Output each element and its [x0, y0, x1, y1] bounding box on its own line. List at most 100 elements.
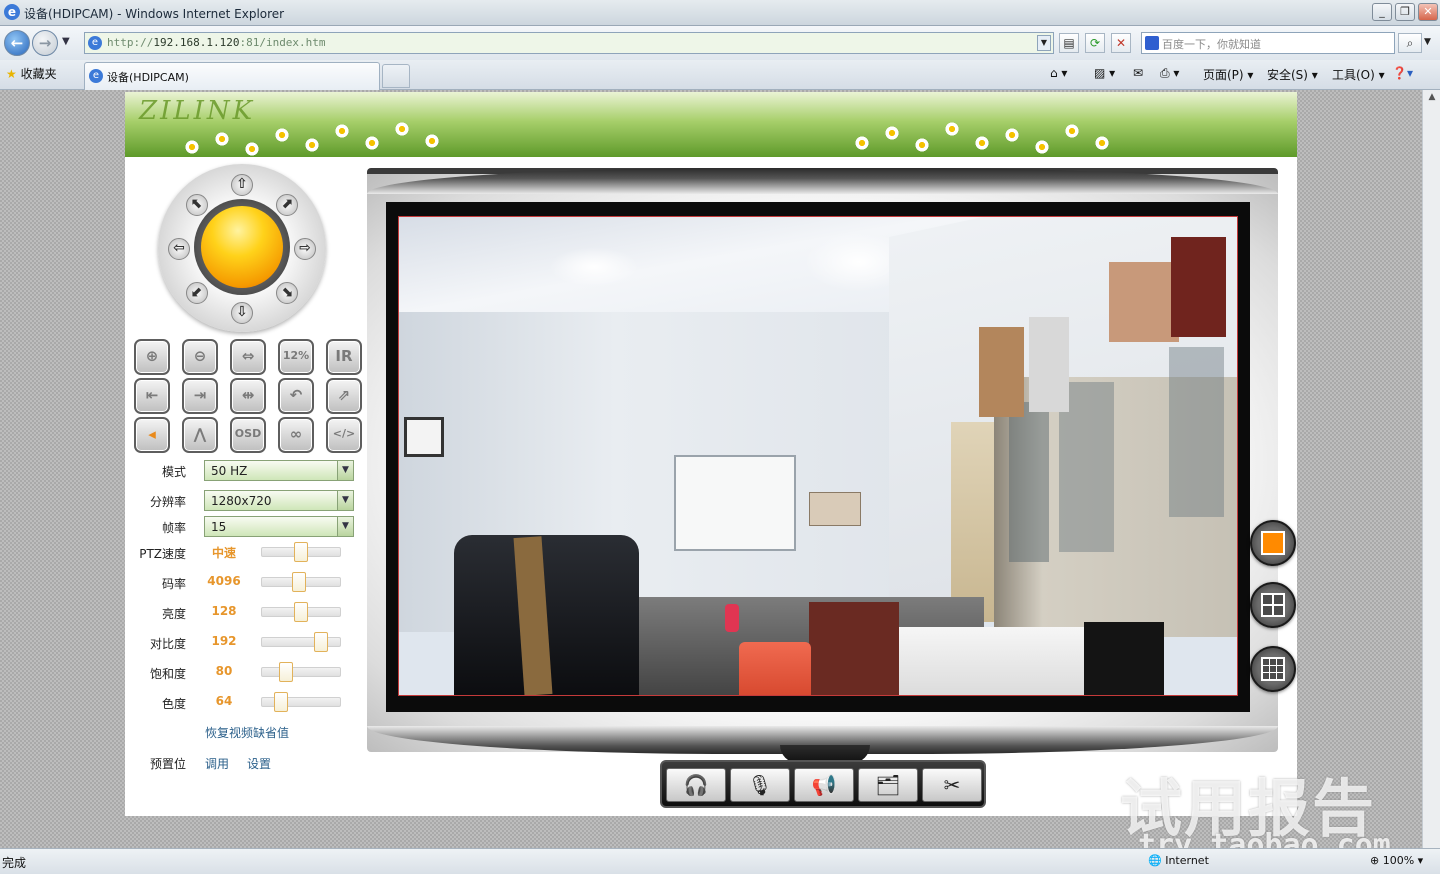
zoom-in-button[interactable]: ⊕	[134, 339, 170, 375]
mode-select[interactable]: 50 HZ ▼	[204, 460, 354, 481]
slider-label: 亮度	[161, 607, 186, 621]
quad-view-icon	[1261, 593, 1285, 617]
quad-view-button[interactable]	[1250, 582, 1296, 628]
status-bar: 完成 🌐 Internet ⊕ 100% ▾	[0, 848, 1440, 874]
nine-view-icon	[1261, 657, 1285, 681]
code-button[interactable]: </>	[326, 417, 362, 453]
forward-button[interactable]: →	[32, 30, 58, 56]
slider-thumb[interactable]	[274, 692, 288, 712]
v-patrol-button[interactable]: ⋀	[182, 417, 218, 453]
zoom-level[interactable]: ⊕ 100% ▾	[1370, 854, 1423, 867]
search-input[interactable]: 百度一下，你就知道	[1141, 32, 1395, 54]
slider-label: PTZ速度	[139, 547, 186, 561]
slider-thumb[interactable]	[294, 602, 308, 622]
video-toolbar: 🎧 🎙 📢 🗂 ✂	[660, 760, 986, 808]
single-view-button[interactable]	[1250, 520, 1296, 566]
preset-set-link[interactable]: 设置	[247, 755, 271, 772]
slider-label: 对比度	[149, 637, 186, 651]
refresh-icon[interactable]: ⟳	[1085, 33, 1105, 53]
microphone-icon: 🎙	[747, 773, 773, 797]
chevron-down-icon[interactable]: ▼	[337, 517, 353, 536]
zoom-icon: ⊕	[1370, 854, 1380, 867]
slider-thumb[interactable]	[294, 542, 308, 562]
ptz-left-button[interactable]: ⇦	[168, 238, 190, 260]
slider-label: 色度	[161, 697, 186, 711]
slider-value: 128	[211, 604, 237, 618]
fps-button[interactable]: 12%	[278, 339, 314, 375]
home-icon[interactable]: ⌂ ▾	[1050, 66, 1067, 80]
new-tab-button[interactable]	[382, 64, 410, 88]
scroll-up-icon[interactable]: ▲	[1425, 92, 1439, 106]
zoom-out-button[interactable]: ⊖	[182, 339, 218, 375]
left-limit-button[interactable]: ⇤	[134, 378, 170, 414]
slider-track[interactable]	[261, 697, 341, 707]
loop-button[interactable]: ∞	[278, 417, 314, 453]
fps-select[interactable]: 15 ▼	[204, 516, 354, 537]
ptz-down-right-button[interactable]: ⬊	[276, 282, 298, 304]
ptz-center-button[interactable]	[201, 206, 283, 288]
slider-thumb[interactable]	[314, 632, 328, 652]
mail-icon[interactable]: ✉	[1133, 66, 1143, 80]
ptz-down-button[interactable]: ⇩	[231, 302, 253, 324]
settings-button[interactable]: ✂	[922, 768, 982, 802]
header-banner: ZILINK	[125, 92, 1297, 157]
h-patrol-button[interactable]: ⇹	[230, 378, 266, 414]
fps-value: 15	[211, 520, 227, 534]
slider-thumb[interactable]	[292, 572, 307, 592]
single-view-icon	[1261, 531, 1285, 555]
search-icon[interactable]: ⌕	[1398, 33, 1422, 53]
help-icon[interactable]: ❓▾	[1392, 66, 1413, 80]
chevron-down-icon[interactable]: ▼	[337, 491, 353, 510]
safety-menu[interactable]: 安全(S) ▾	[1267, 66, 1318, 83]
back-button[interactable]: ←	[4, 30, 30, 56]
preset-call-link[interactable]: 调用	[205, 755, 229, 772]
tab-row: ★ 收藏夹 e 设备(HDIPCAM) ⌂ ▾ ▨ ▾ ✉ ⎙ ▾ 页面(P) …	[0, 60, 1440, 90]
address-url[interactable]: http://192.168.1.120:81/index.htm	[107, 36, 326, 49]
nine-view-button[interactable]	[1250, 646, 1296, 692]
slider-value: 4096	[207, 574, 241, 588]
ptz-right-button[interactable]: ⇨	[294, 238, 316, 260]
flip-h-button[interactable]: ⇔	[230, 339, 266, 375]
right-limit-button[interactable]: ⇥	[182, 378, 218, 414]
tab-active[interactable]: e 设备(HDIPCAM)	[84, 62, 380, 90]
history-dropdown-icon[interactable]: ▼	[62, 36, 70, 47]
security-zone[interactable]: 🌐 Internet	[1148, 854, 1209, 867]
slider-track[interactable]	[261, 637, 341, 647]
ptz-down-left-button[interactable]: ⬋	[186, 282, 208, 304]
prev-button[interactable]: ◂	[134, 417, 170, 453]
feeds-icon[interactable]: ▨ ▾	[1094, 66, 1115, 80]
ptz-up-button[interactable]: ⇧	[231, 174, 253, 196]
mode-value: 50 HZ	[211, 464, 248, 478]
minimize-button[interactable]: _	[1372, 3, 1392, 21]
snapshot-button[interactable]: 🗂	[858, 768, 918, 802]
record-button[interactable]: 📢	[794, 768, 854, 802]
restore-defaults-link[interactable]: 恢复视频缺省值	[205, 724, 289, 741]
ptz-up-left-button[interactable]: ⬉	[186, 194, 208, 216]
talk-button[interactable]: 🎙	[730, 768, 790, 802]
slider-value: 192	[211, 634, 237, 648]
favorites-button[interactable]: ★ 收藏夹	[6, 65, 57, 82]
resolution-select[interactable]: 1280x720 ▼	[204, 490, 354, 511]
slider-track[interactable]	[261, 667, 341, 677]
ptz-up-right-button[interactable]: ⬈	[276, 194, 298, 216]
return-button[interactable]: ↶	[278, 378, 314, 414]
audio-listen-button[interactable]: 🎧	[666, 768, 726, 802]
slider-thumb[interactable]	[278, 662, 293, 682]
address-bar[interactable]: e http://192.168.1.120:81/index.htm ▼	[84, 32, 1054, 54]
maximize-button[interactable]: ❐	[1395, 3, 1415, 21]
ir-button[interactable]: IR	[326, 339, 362, 375]
page-menu[interactable]: 页面(P) ▾	[1203, 66, 1253, 83]
address-dropdown-icon[interactable]: ▼	[1037, 35, 1051, 51]
vertical-scrollbar[interactable]: ▲	[1422, 90, 1440, 848]
tools-menu[interactable]: 工具(O) ▾	[1332, 66, 1385, 83]
stop-icon[interactable]: ✕	[1111, 33, 1131, 53]
search-placeholder: 百度一下，你就知道	[1162, 38, 1261, 51]
close-button[interactable]: ✕	[1418, 3, 1438, 21]
search-dropdown-icon[interactable]: ▼	[1424, 37, 1431, 47]
osd-button[interactable]: OSD	[230, 417, 266, 453]
compat-view-icon[interactable]: ▤	[1059, 33, 1079, 53]
print-icon[interactable]: ⎙ ▾	[1160, 66, 1179, 81]
vflip-off-button[interactable]: ⇗	[326, 378, 362, 414]
resolution-value: 1280x720	[211, 494, 272, 508]
chevron-down-icon[interactable]: ▼	[337, 461, 353, 480]
